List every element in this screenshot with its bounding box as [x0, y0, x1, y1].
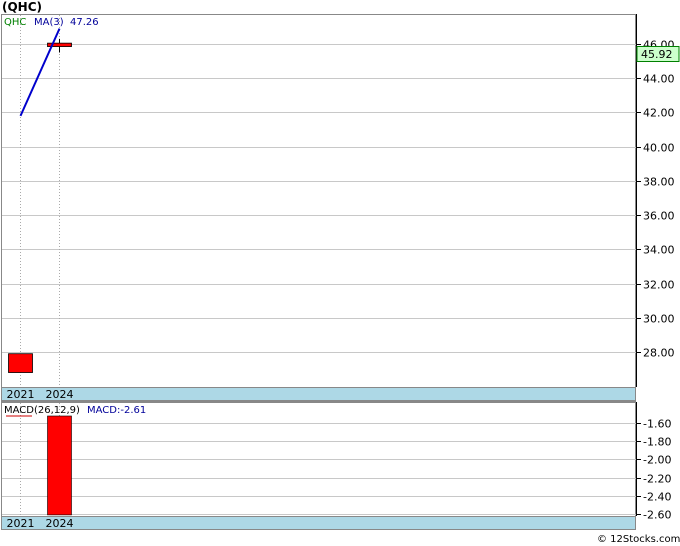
- price-tick-label: 30.00: [643, 313, 675, 326]
- footer-copyright: © 12Stocks.com: [597, 534, 680, 545]
- price-tick-label: 36.00: [643, 210, 675, 223]
- last-price-badge: 45.92: [641, 48, 673, 61]
- stock-chart: 2021 2021 2024 2024 28.00 30.00 32.00 34.00 36.…: [1, 0, 680, 545]
- ma-value: 47.26: [70, 17, 99, 28]
- price-tick-label: 28.00: [643, 347, 675, 360]
- macd-panel-frame: [1, 402, 636, 530]
- price-date-band: [1, 387, 636, 401]
- macd-date-label: 2024: [46, 517, 74, 530]
- price-tick-label: 32.00: [643, 279, 675, 292]
- macd-date-band: [1, 516, 636, 530]
- price-date-label: 2021: [7, 388, 35, 401]
- macd-tick-label: -2.60: [643, 509, 671, 522]
- price-tick-label: 38.00: [643, 176, 675, 189]
- macd-date-label: 2021: [7, 517, 35, 530]
- macd-tick-label: -2.40: [643, 491, 671, 504]
- price-y-axis: 28.00 30.00 32.00 34.00 36.00 38.00 40.00 42.00…: [636, 14, 675, 387]
- ma-label: MA(3): [34, 17, 64, 28]
- macd-tick-label: -1.80: [643, 436, 671, 449]
- macd-tick-label: -2.00: [643, 454, 671, 467]
- candle-body: [8, 353, 33, 373]
- macd-label: MACD(26,12,9): [4, 405, 80, 416]
- price-tick-label: 42.00: [643, 107, 675, 120]
- price-tick-label: 44.00: [643, 73, 675, 86]
- macd-marks: [47, 415, 72, 516]
- macd-bar: [47, 415, 72, 516]
- price-date-label: 2024: [46, 388, 74, 401]
- price-tick-label: 40.00: [643, 142, 675, 155]
- macd-tick-label: -2.20: [643, 473, 671, 486]
- chart-title: (QHC): [2, 0, 42, 14]
- price-tick-label: 34.00: [643, 244, 675, 257]
- price-panel-frame: [1, 14, 636, 402]
- macd-value: MACD:-2.61: [87, 405, 146, 416]
- symbol-label: QHC: [4, 17, 26, 28]
- macd-tick-label: -1.60: [643, 418, 671, 431]
- macd-y-axis: -1.60 -1.80 -2.00 -2.20 -2.40 -2.60: [636, 402, 671, 522]
